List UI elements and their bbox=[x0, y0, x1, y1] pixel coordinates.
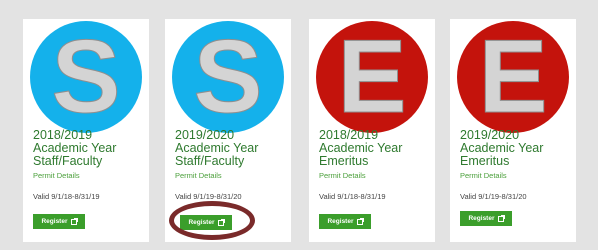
permit-details-link[interactable]: Permit Details bbox=[319, 171, 366, 180]
valid-dates: Valid 9/1/19-8/31/20 bbox=[175, 192, 242, 201]
permit-card-staff-2018: S 2018/2019 Academic Year Staff/Faculty … bbox=[23, 19, 149, 242]
permit-title: 2019/2020 Academic Year Staff/Faculty bbox=[175, 128, 259, 168]
permit-details-link[interactable]: Permit Details bbox=[460, 171, 507, 180]
staff-badge-icon: S bbox=[30, 21, 142, 133]
external-link-icon bbox=[70, 217, 78, 225]
external-link-icon bbox=[217, 218, 225, 226]
register-button[interactable]: Register bbox=[460, 211, 512, 226]
permit-title: 2018/2019 Academic Year Emeritus bbox=[319, 128, 403, 168]
external-link-icon bbox=[356, 217, 364, 225]
badge-letter: E bbox=[478, 19, 548, 135]
register-button[interactable]: Register bbox=[180, 215, 232, 230]
valid-dates: Valid 9/1/19-8/31/20 bbox=[460, 192, 527, 201]
register-button[interactable]: Register bbox=[33, 214, 85, 229]
staff-badge-icon: S bbox=[172, 21, 284, 133]
permit-details-link[interactable]: Permit Details bbox=[175, 171, 222, 180]
permit-card-emeritus-2019: E 2019/2020 Academic Year Emeritus Permi… bbox=[450, 19, 576, 242]
badge-letter: S bbox=[51, 19, 121, 135]
valid-dates: Valid 9/1/18-8/31/19 bbox=[33, 192, 100, 201]
badge-letter: S bbox=[193, 19, 263, 135]
external-link-icon bbox=[497, 214, 505, 222]
register-button[interactable]: Register bbox=[319, 214, 371, 229]
permit-card-emeritus-2018: E 2018/2019 Academic Year Emeritus Permi… bbox=[309, 19, 435, 242]
permit-card-staff-2019: S 2019/2020 Academic Year Staff/Faculty … bbox=[165, 19, 291, 242]
emeritus-badge-icon: E bbox=[457, 21, 569, 133]
permit-title: 2019/2020 Academic Year Emeritus bbox=[460, 128, 544, 168]
permit-title: 2018/2019 Academic Year Staff/Faculty bbox=[33, 128, 117, 168]
emeritus-badge-icon: E bbox=[316, 21, 428, 133]
valid-dates: Valid 9/1/18-8/31/19 bbox=[319, 192, 386, 201]
badge-letter: E bbox=[337, 19, 407, 135]
permit-details-link[interactable]: Permit Details bbox=[33, 171, 80, 180]
